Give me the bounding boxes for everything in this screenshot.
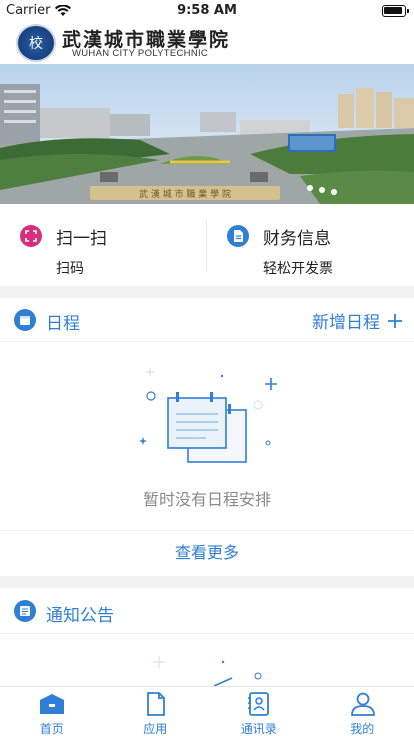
scan-title: 扫一扫 — [56, 229, 107, 249]
tab-apps[interactable]: 应用 — [104, 687, 208, 736]
brand-header: 武漢城市職業學院 WUHAN CITY POLYTECHNIC — [0, 22, 414, 64]
scan-action[interactable]: 扫一扫 扫码 — [0, 206, 207, 286]
notice-title: 通知公告 — [46, 606, 114, 626]
tab-profile[interactable]: 我的 — [311, 687, 414, 736]
tab-contacts-label: 通讯录 — [240, 722, 277, 736]
battery-icon — [382, 5, 409, 17]
empty-schedule-illustration — [139, 368, 277, 463]
section-gap — [0, 286, 414, 298]
bottom-tab-bar: 首页 应用 通讯录 我的 — [0, 686, 414, 736]
add-schedule-button[interactable]: 新增日程 — [312, 308, 402, 333]
schedule-header: 日程 新增日程 — [0, 298, 414, 342]
tab-apps-label: 应用 — [143, 722, 168, 736]
quick-actions: 扫一扫 扫码 财务信息 轻松开发票 — [0, 206, 414, 286]
contacts-icon — [248, 692, 269, 716]
campus-banner[interactable]: 武 漢 城 市 職 業 學 院 — [0, 64, 414, 204]
finance-subtitle: 轻松开发票 — [263, 261, 333, 277]
scan-subtitle: 扫码 — [56, 261, 84, 277]
tab-profile-label: 我的 — [350, 722, 375, 736]
notice-empty-state — [0, 634, 414, 687]
tab-home[interactable]: 首页 — [0, 687, 104, 736]
invoice-icon — [227, 225, 249, 247]
banner-sign-text: 武 漢 城 市 職 業 學 院 — [139, 188, 231, 200]
finance-title: 财务信息 — [263, 229, 331, 249]
scan-icon — [20, 225, 42, 247]
add-schedule-label: 新增日程 — [312, 313, 380, 333]
status-time: 9:58 AM — [177, 3, 237, 18]
home-icon — [40, 694, 64, 714]
campus-photo: 武 漢 城 市 職 業 學 院 — [0, 64, 414, 204]
profile-icon — [350, 692, 375, 716]
schedule-empty-text: 暂时没有日程安排 — [142, 490, 271, 509]
tab-contacts[interactable]: 通讯录 — [207, 687, 311, 736]
tab-home-label: 首页 — [39, 722, 64, 736]
section-gap — [0, 576, 414, 588]
school-emblem-logo — [16, 24, 56, 62]
notice-header: 通知公告 — [0, 588, 414, 634]
calendar-icon — [14, 309, 36, 331]
plus-icon — [388, 313, 402, 328]
empty-notice-illustration — [153, 656, 262, 687]
notice-icon — [14, 600, 36, 622]
status-bar: Carrier 9:58 AM — [0, 0, 414, 22]
finance-action[interactable]: 财务信息 轻松开发票 — [207, 206, 414, 286]
schedule-title: 日程 — [46, 314, 80, 334]
app-icon — [146, 692, 165, 716]
view-more-button[interactable]: 查看更多 — [0, 530, 414, 576]
school-name-en: WUHAN CITY POLYTECHNIC — [72, 48, 209, 59]
